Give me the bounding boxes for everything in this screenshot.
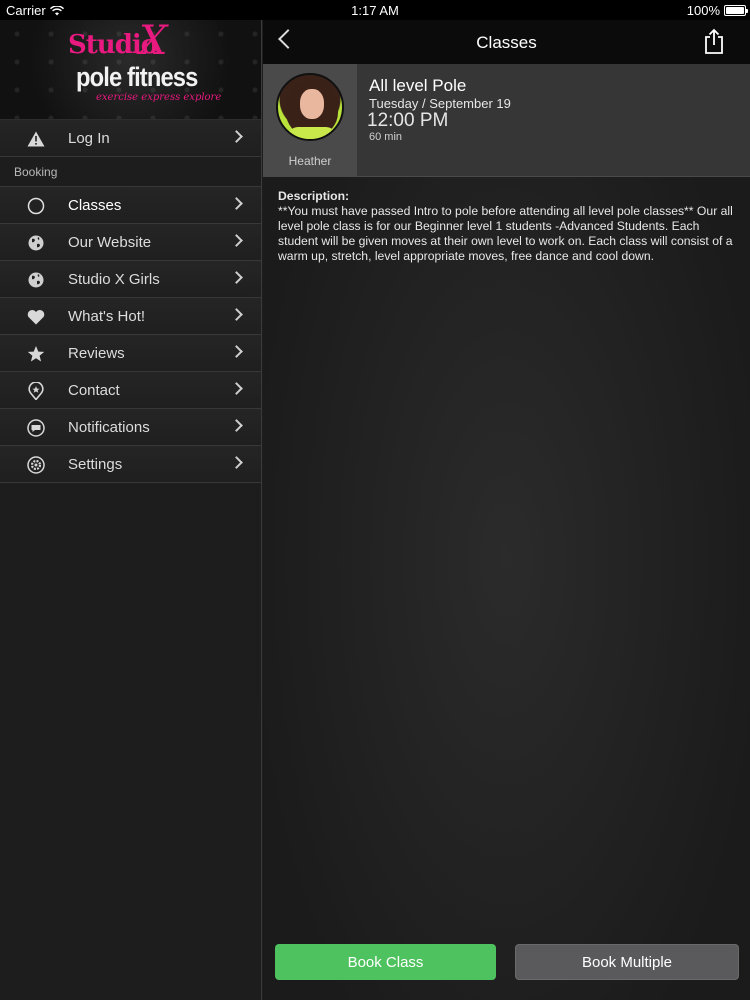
sidebar-item-settings[interactable]: Settings bbox=[0, 446, 261, 483]
status-bar: Carrier 1:17 AM 100% bbox=[0, 0, 750, 20]
star-icon bbox=[27, 345, 45, 363]
sidebar-item-reviews[interactable]: Reviews bbox=[0, 335, 261, 372]
description-text: **You must have passed Intro to pole bef… bbox=[278, 204, 733, 263]
battery-indicator: 100% bbox=[686, 3, 748, 18]
class-duration: 60 min bbox=[369, 131, 403, 143]
chevron-right-icon bbox=[230, 456, 243, 469]
sidebar: Studio X pole fitness exercise express e… bbox=[0, 20, 262, 1000]
chevron-right-icon bbox=[230, 345, 243, 358]
sidebar-item-label: Notifications bbox=[68, 418, 150, 436]
chevron-right-icon bbox=[230, 419, 243, 432]
navigation-bar: Classes bbox=[263, 20, 750, 64]
class-title: All level Pole bbox=[369, 76, 467, 95]
chevron-right-icon bbox=[230, 197, 243, 210]
globe-icon bbox=[27, 271, 45, 289]
logo-tagline: exercise express explore bbox=[96, 92, 222, 103]
sidebar-item-label: Studio X Girls bbox=[68, 270, 160, 288]
chevron-right-icon bbox=[230, 234, 243, 247]
sidebar-item-studio-x-girls[interactable]: Studio X Girls bbox=[0, 261, 261, 298]
studio-logo: Studio X pole fitness exercise express e… bbox=[0, 20, 261, 120]
sidebar-item-our-website[interactable]: Our Website bbox=[0, 224, 261, 261]
chevron-right-icon bbox=[230, 271, 243, 284]
chevron-right-icon bbox=[230, 382, 243, 395]
description-label: Description: bbox=[278, 189, 350, 203]
sidebar-item-label: Classes bbox=[68, 196, 122, 214]
sidebar-item-whats-hot[interactable]: What's Hot! bbox=[0, 298, 261, 335]
class-description: Description: **You must have passed Intr… bbox=[278, 189, 736, 264]
circle-icon bbox=[27, 197, 45, 215]
sidebar-item-label: Our Website bbox=[68, 233, 152, 251]
instructor-name: Heather bbox=[288, 154, 332, 168]
class-header: Heather All level Pole Tuesday / Septemb… bbox=[263, 64, 750, 177]
section-header-booking: Booking bbox=[0, 157, 261, 187]
class-detail-panel: Classes Heather All level Pole Tuesday /… bbox=[263, 20, 750, 1000]
warning-icon bbox=[27, 130, 45, 148]
sidebar-item-label: Settings bbox=[68, 455, 123, 473]
page-title: Classes bbox=[476, 33, 537, 52]
sidebar-item-label: Contact bbox=[68, 381, 120, 399]
location-pin-icon bbox=[27, 382, 45, 400]
battery-icon bbox=[724, 5, 748, 16]
chevron-right-icon bbox=[230, 130, 243, 143]
logo-x-text: X bbox=[139, 20, 168, 64]
book-class-button[interactable]: Book Class bbox=[275, 944, 496, 980]
sidebar-item-label: Reviews bbox=[68, 344, 125, 362]
battery-percent: 100% bbox=[686, 3, 720, 18]
instructor-card[interactable]: Heather bbox=[263, 64, 357, 177]
logo-pole-text: pole fitness bbox=[76, 62, 198, 92]
globe-icon bbox=[27, 234, 45, 252]
class-time: 12:00 PM bbox=[367, 110, 449, 131]
chevron-right-icon bbox=[230, 308, 243, 321]
clock: 1:17 AM bbox=[351, 3, 399, 18]
heart-icon bbox=[27, 308, 45, 326]
sidebar-item-classes[interactable]: Classes bbox=[0, 187, 261, 224]
sidebar-item-label: What's Hot! bbox=[68, 307, 146, 325]
gear-icon bbox=[27, 456, 45, 474]
share-icon[interactable] bbox=[704, 28, 724, 54]
chat-bubble-icon bbox=[27, 419, 45, 437]
class-date: Tuesday / September 19 bbox=[369, 96, 511, 111]
avatar bbox=[276, 73, 344, 141]
sidebar-item-label: Log In bbox=[68, 129, 110, 147]
sidebar-item-contact[interactable]: Contact bbox=[0, 372, 261, 409]
sidebar-item-notifications[interactable]: Notifications bbox=[0, 409, 261, 446]
sidebar-item-login[interactable]: Log In bbox=[0, 120, 261, 157]
book-multiple-button[interactable]: Book Multiple bbox=[515, 944, 739, 980]
